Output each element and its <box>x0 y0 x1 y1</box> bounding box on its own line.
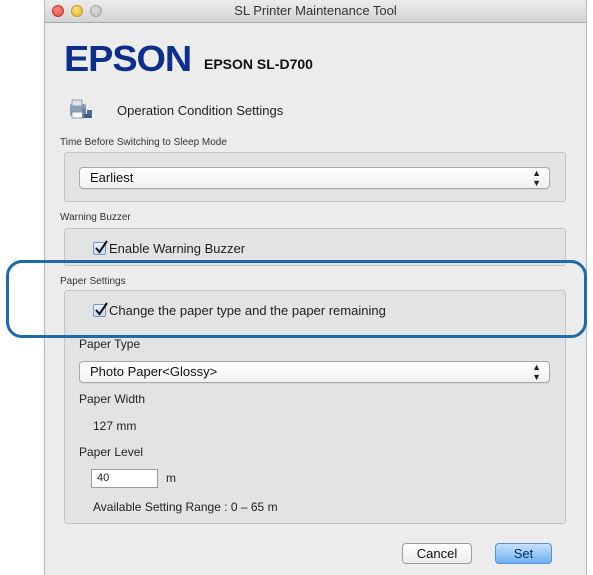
enable-buzzer-label: Enable Warning Buzzer <box>109 241 246 256</box>
buzzer-group-label: Warning Buzzer <box>60 212 131 223</box>
available-range-text: Available Setting Range : 0 – 65 m <box>93 500 278 514</box>
section-title: Operation Condition Settings <box>117 103 284 118</box>
paper-group-label: Paper Settings <box>60 276 126 287</box>
paper-width-label: Paper Width <box>79 392 146 406</box>
cancel-button[interactable]: Cancel <box>402 543 472 564</box>
paper-type-select[interactable]: Photo Paper<Glossy> ▲ ▼ <box>79 361 550 383</box>
sleep-group-label: Time Before Switching to Sleep Mode <box>60 137 227 148</box>
change-paper-checkbox[interactable]: Change the paper type and the paper rema… <box>93 302 386 318</box>
paper-width-value: 127 mm <box>93 419 137 433</box>
paper-level-label: Paper Level <box>79 445 144 459</box>
checkbox-checked-icon <box>93 302 108 317</box>
sleep-mode-value: Earliest <box>90 170 134 185</box>
sleep-group-box: Earliest ▲ ▼ <box>64 152 566 202</box>
epson-logo: EPSON <box>64 38 192 79</box>
paper-level-unit: m <box>166 471 176 485</box>
printer-settings-icon <box>70 99 92 119</box>
paper-type-label: Paper Type <box>79 337 141 351</box>
select-arrows-icon: ▲ ▼ <box>532 362 541 382</box>
checkbox-checked-icon <box>93 240 108 255</box>
title-bar[interactable]: SL Printer Maintenance Tool <box>45 0 586 23</box>
printer-model: EPSON SL-D700 <box>204 56 313 72</box>
app-window: SL Printer Maintenance Tool EPSON EPSON … <box>44 0 587 575</box>
window-title: SL Printer Maintenance Tool <box>234 3 397 18</box>
buzzer-group-box: Enable Warning Buzzer <box>64 228 566 266</box>
paper-group-box: Change the paper type and the paper rema… <box>64 290 566 524</box>
sleep-mode-select[interactable]: Earliest ▲ ▼ <box>79 167 550 189</box>
change-paper-label: Change the paper type and the paper rema… <box>109 303 386 318</box>
enable-buzzer-checkbox[interactable]: Enable Warning Buzzer <box>93 240 246 256</box>
paper-level-input[interactable]: 40 <box>91 469 158 488</box>
select-arrows-icon: ▲ ▼ <box>532 168 541 188</box>
paper-type-value: Photo Paper<Glossy> <box>90 364 218 379</box>
set-button[interactable]: Set <box>495 543 552 564</box>
